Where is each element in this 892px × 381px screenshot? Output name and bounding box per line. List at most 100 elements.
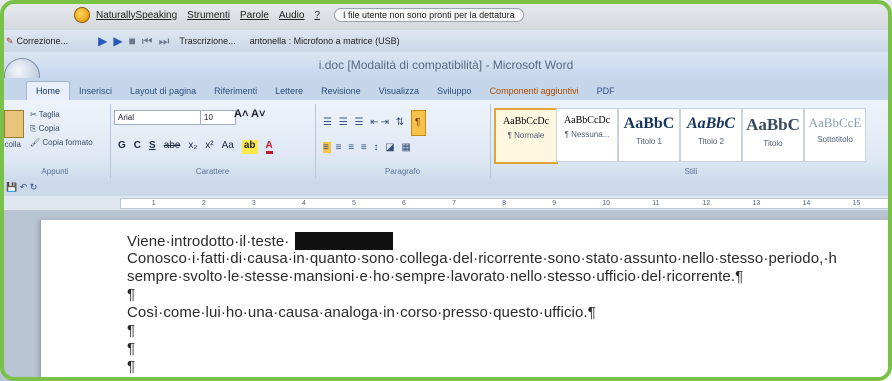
tab-home[interactable]: Home (26, 81, 71, 100)
font-group: Arial 10 A˄ A˅ G C S abe x₂ x² Aa ab A C… (110, 104, 316, 178)
superscript-button[interactable]: x² (205, 140, 213, 154)
dragon-menu-parole[interactable]: Parole (240, 10, 269, 21)
ruler-track: 1 2 3 4 5 6 7 8 9 10 11 12 13 14 15 (120, 198, 892, 209)
clipboard-group: ✂ Taglia ⎘ Copia 🖌 Copia formato ncolla … (0, 104, 111, 178)
style-titolo-1[interactable]: AaBbC Titolo 1 (618, 108, 680, 162)
document-page[interactable]: Viene·introdotto·il·teste· Conosco·i·fat… (40, 220, 892, 381)
playback-controls: ▶ ▶ ■ ⏮ ⏭ (98, 34, 169, 49)
tab-layout[interactable]: Layout di pagina (121, 82, 205, 100)
ruler-number: 4 (301, 200, 306, 207)
align-right-icon[interactable]: ≡ (348, 142, 356, 153)
copy-button[interactable]: ⎘ Copia (30, 122, 93, 136)
underline-button[interactable]: S (149, 140, 156, 154)
tab-inserisci[interactable]: Inserisci (70, 82, 121, 100)
font-group-label: Carattere (195, 167, 230, 176)
horizontal-ruler[interactable]: 1 2 3 4 5 6 7 8 9 10 11 12 13 14 15 (0, 196, 892, 211)
font-name-select[interactable]: Arial (114, 110, 202, 125)
save-icon[interactable]: 💾 (6, 182, 17, 192)
style-name: Titolo 1 (636, 137, 662, 146)
document-line: ¶ (127, 322, 136, 339)
document-line: Conosco·i·fatti·di·causa·in·quanto·sono·… (127, 250, 837, 267)
microphone-label: antonella : Microfono a matrice (USB) (249, 36, 400, 46)
ruler-number: 5 (352, 200, 356, 207)
document-line: sempre·svolto·le·stesse·mansioni·e·ho·se… (127, 268, 744, 285)
borders-icon[interactable]: ▦ (402, 142, 413, 153)
sort-icon[interactable]: ⇅ (396, 117, 406, 128)
format-painter-button[interactable]: 🖌 Copia formato (30, 136, 93, 150)
indent-icon[interactable]: ⇤⇥ (370, 117, 391, 128)
style-sottotitolo[interactable]: AaBbCcE Sottotitolo (804, 108, 866, 162)
play-icon[interactable]: ▶ (98, 34, 107, 49)
quick-access-toolbar: 💾 ↶ ↻ (0, 182, 892, 196)
show-formatting-icon[interactable]: ¶ (410, 110, 427, 136)
cut-label: Taglia (38, 110, 60, 119)
subscript-button[interactable]: x₂ (188, 140, 197, 154)
cut-button[interactable]: ✂ Taglia (30, 108, 93, 122)
stop-icon[interactable]: ■ (129, 34, 136, 49)
play-next-icon[interactable]: ▶ (113, 34, 122, 49)
change-case-button[interactable]: Aa (222, 140, 234, 154)
style-name: ¶ Normale (507, 131, 545, 140)
style-name: Titolo (763, 139, 783, 148)
font-format-buttons: G C S abe x₂ x² Aa ab A (118, 140, 273, 154)
tab-revisione[interactable]: Revisione (312, 82, 370, 100)
ruler-number: 15 (852, 200, 861, 207)
justify-icon[interactable]: ≡ (361, 142, 369, 153)
transcription-button[interactable]: Trascrizione... (179, 36, 235, 46)
tab-pdf[interactable]: PDF (588, 82, 624, 100)
paste-label: ncolla (0, 140, 21, 149)
dragon-status-message: I file utente non sono pronti per la det… (334, 8, 524, 22)
style-sample: AaBbCcDc (563, 115, 611, 126)
tab-visualizza[interactable]: Visualizza (370, 82, 428, 100)
document-text[interactable]: Viene·introdotto·il·teste· Conosco·i·fat… (127, 232, 887, 376)
font-size-select[interactable]: 10 (200, 110, 236, 125)
document-line: ¶ (127, 286, 136, 303)
tab-sviluppo[interactable]: Sviluppo (428, 82, 481, 100)
style-titolo[interactable]: AaBbC Titolo (742, 108, 804, 162)
document-area: Viene·introdotto·il·teste· Conosco·i·fat… (0, 210, 892, 381)
dragon-menu-help[interactable]: ? (314, 10, 320, 21)
tab-riferimenti[interactable]: Riferimenti (205, 82, 266, 100)
style-normale[interactable]: AaBbCcDc ¶ Normale (494, 108, 558, 164)
correction-icon: ✎ (6, 35, 14, 46)
paste-icon[interactable] (4, 110, 24, 138)
style-sample: AaBbC (686, 115, 735, 132)
style-sample: AaBbCcDc (502, 116, 550, 127)
redaction-block (295, 232, 394, 250)
copy-label: Copia (38, 124, 60, 133)
ruler-number: 14 (802, 200, 811, 207)
align-center-icon[interactable]: ≡ (336, 142, 344, 153)
tab-componenti-aggiuntivi[interactable]: Componenti aggiuntivi (481, 82, 588, 100)
bold-button[interactable]: G (118, 140, 126, 154)
font-color-icon[interactable]: A (265, 140, 273, 154)
document-line-text: Viene·introdotto·il·teste· (127, 233, 290, 250)
clipboard-group-label: Appunti (41, 167, 69, 176)
redo-icon[interactable]: ↻ (30, 182, 38, 192)
forward-icon[interactable]: ⏭ (159, 34, 170, 49)
dragon-menu-naturallyspeaking[interactable]: NaturallySpeaking (96, 10, 177, 21)
grow-shrink-font-icon[interactable]: A˄ A˅ (234, 108, 265, 120)
correction-button[interactable]: ✎ Correzione... (6, 36, 68, 47)
ruler-number: 8 (502, 200, 507, 207)
ribbon: ✂ Taglia ⎘ Copia 🖌 Copia formato ncolla … (0, 100, 892, 183)
dragon-menu-strumenti[interactable]: Strumenti (187, 10, 230, 21)
rewind-icon[interactable]: ⏮ (142, 34, 153, 49)
dragon-menu-audio[interactable]: Audio (279, 10, 305, 21)
multilevel-icon[interactable]: ☰ (355, 117, 366, 128)
bullets-icon[interactable]: ☰ (323, 117, 334, 128)
undo-icon[interactable]: ↶ (20, 182, 28, 192)
line-spacing-icon[interactable]: ↕ (374, 142, 381, 153)
style-name: ¶ Nessuna... (564, 130, 610, 139)
tab-lettere[interactable]: Lettere (266, 82, 312, 100)
ruler-number: 1 (151, 200, 156, 207)
highlight-icon[interactable]: ab (241, 140, 258, 154)
dragon-logo-icon[interactable] (74, 7, 90, 23)
document-line: Viene·introdotto·il·teste· (127, 232, 887, 250)
style-nessuna-spaziatura[interactable]: AaBbCcDc ¶ Nessuna... (556, 108, 618, 162)
italic-button[interactable]: C (134, 140, 141, 154)
style-titolo-2[interactable]: AaBbC Titolo 2 (680, 108, 742, 162)
numbering-icon[interactable]: ☰ (339, 117, 350, 128)
shading-icon[interactable]: ◪ (385, 142, 396, 153)
align-left-icon[interactable]: ≡ (323, 142, 331, 153)
strikethrough-button[interactable]: abe (164, 140, 181, 154)
